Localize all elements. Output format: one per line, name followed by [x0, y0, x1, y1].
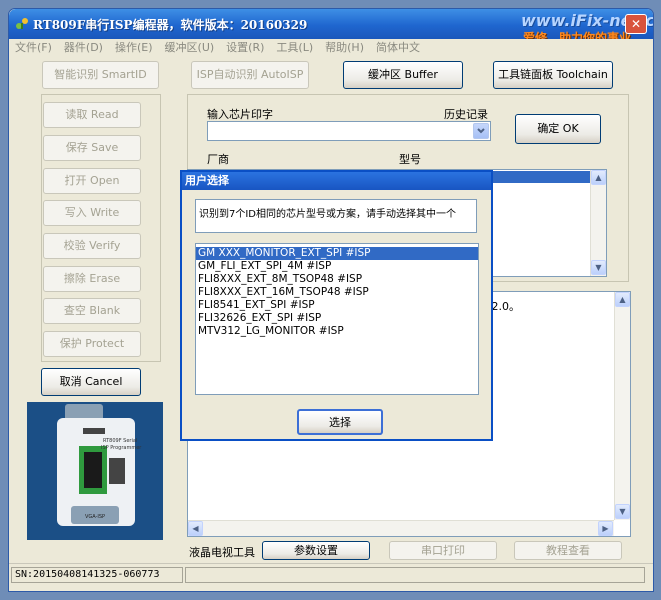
model-label: 型号: [399, 153, 421, 166]
user-choice-dialog: 用户选择 识别到7个ID相同的芯片型号或方案，请手动选择其中一个 GM XXX_…: [180, 170, 493, 441]
toolchain-button[interactable]: 工具链面板 Toolchain: [493, 61, 613, 89]
programmer-device-image: RT809F Serial ISP Programmer VGA-ISP: [27, 402, 163, 540]
buffer-button[interactable]: 缓冲区 Buffer: [343, 61, 463, 89]
history-label: 历史记录: [444, 108, 488, 121]
log-hscrollbar[interactable]: ◀ ▶: [188, 520, 614, 536]
close-button[interactable]: ✕: [625, 14, 647, 34]
svg-text:VGA-ISP: VGA-ISP: [85, 514, 105, 520]
status-bar: SN:20150408141325-060773: [9, 563, 653, 585]
protect-button[interactable]: 保护 Protect: [43, 331, 141, 357]
chip-option[interactable]: GM XXX_MONITOR_EXT_SPI #ISP: [196, 247, 478, 260]
menu-settings[interactable]: 设置(R): [226, 39, 264, 57]
menu-file[interactable]: 文件(F): [15, 39, 52, 57]
menu-operate[interactable]: 操作(E): [115, 39, 153, 57]
chip-option[interactable]: FLI8XXX_EXT_16M_TSOP48 #ISP: [196, 286, 478, 299]
select-button[interactable]: 选择: [297, 409, 383, 435]
write-button[interactable]: 写入 Write: [43, 200, 141, 226]
save-button[interactable]: 保存 Save: [43, 135, 141, 161]
scroll-up-icon[interactable]: ▲: [591, 170, 606, 185]
menu-bar: 文件(F) 器件(D) 操作(E) 缓冲区(U) 设置(R) 工具(L) 帮助(…: [9, 39, 653, 57]
chip-option[interactable]: MTV312_LG_MONITOR #ISP: [196, 325, 478, 338]
chip-option[interactable]: FLI8XXX_EXT_8M_TSOP48 #ISP: [196, 273, 478, 286]
log-scroll-up-icon[interactable]: ▲: [615, 292, 630, 307]
smart-id-button[interactable]: 智能识别 SmartID: [42, 61, 159, 89]
window-title: RT809F串行ISP编程器，软件版本：20160329: [33, 18, 308, 32]
chip-option[interactable]: FLI32626_EXT_SPI #ISP: [196, 312, 478, 325]
chip-option-list[interactable]: GM XXX_MONITOR_EXT_SPI #ISP GM_FLI_EXT_S…: [195, 243, 479, 395]
programmer-photo: RT809F Serial ISP Programmer VGA-ISP: [27, 402, 163, 540]
dialog-title[interactable]: 用户选择: [182, 172, 491, 190]
log-scroll-down-icon[interactable]: ▼: [615, 504, 630, 519]
main-window: RT809F串行ISP编程器，软件版本：20160329 www.iFix-ne…: [8, 8, 654, 592]
app-icon: [16, 18, 28, 29]
menu-buffer[interactable]: 缓冲区(U): [165, 39, 215, 57]
combo-dropdown-button[interactable]: [473, 123, 489, 139]
lcd-tools-label: 液晶电视工具: [189, 546, 255, 559]
params-button[interactable]: 参数设置: [262, 541, 370, 560]
erase-button[interactable]: 擦除 Erase: [43, 266, 141, 292]
menu-help[interactable]: 帮助(H): [325, 39, 364, 57]
tutorial-button[interactable]: 教程查看: [514, 541, 622, 560]
serial-number: SN:20150408141325-060773: [11, 567, 183, 583]
close-icon: ✕: [630, 17, 642, 31]
scroll-left-icon[interactable]: ◀: [188, 521, 203, 536]
log-vscrollbar[interactable]: ▲ ▼: [614, 292, 630, 520]
verify-button[interactable]: 校验 Verify: [43, 233, 141, 259]
dialog-message: 识别到7个ID相同的芯片型号或方案，请手动选择其中一个: [195, 199, 477, 233]
menu-language[interactable]: 简体中文: [376, 39, 420, 57]
menu-device[interactable]: 器件(D): [64, 39, 103, 57]
menu-tools[interactable]: 工具(L): [276, 39, 313, 57]
serial-print-button[interactable]: 串口打印: [389, 541, 497, 560]
status-message: [185, 567, 645, 583]
vendor-label: 厂商: [207, 153, 229, 166]
svg-text:ISP Programmer: ISP Programmer: [101, 445, 142, 451]
auto-isp-button[interactable]: ISP自动识别 AutoISP: [191, 61, 309, 89]
chip-input-label: 输入芯片印字: [207, 108, 273, 121]
title-bar[interactable]: RT809F串行ISP编程器，软件版本：20160329 www.iFix-ne…: [9, 9, 653, 45]
chip-input-combo[interactable]: [207, 121, 491, 141]
chip-option[interactable]: GM_FLI_EXT_SPI_4M #ISP: [196, 260, 478, 273]
cancel-button[interactable]: 取消 Cancel: [41, 368, 141, 396]
svg-text:RT809F Serial: RT809F Serial: [103, 438, 137, 444]
confirm-ok-button[interactable]: 确定 OK: [515, 114, 601, 144]
model-scrollbar[interactable]: ▲ ▼: [590, 170, 606, 276]
blank-button[interactable]: 查空 Blank: [43, 298, 141, 324]
read-button[interactable]: 读取 Read: [43, 102, 141, 128]
chevron-down-icon: [477, 128, 485, 134]
chip-option[interactable]: FLI8541_EXT_SPI #ISP: [196, 299, 478, 312]
open-button[interactable]: 打开 Open: [43, 168, 141, 194]
scroll-down-icon[interactable]: ▼: [591, 260, 606, 275]
scroll-right-icon[interactable]: ▶: [598, 521, 613, 536]
